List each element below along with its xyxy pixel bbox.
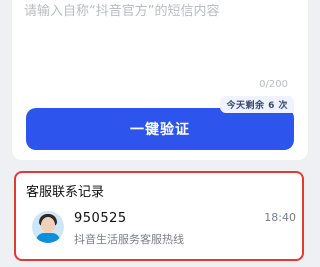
record-time: 18:40 [264, 211, 296, 224]
sms-verify-card: 请输入自称“抖音官方”的短信内容 0/200 一键验证 今天剩余 6 次 [12, 0, 308, 160]
remaining-count-badge: 今天剩余 6 次 [220, 96, 294, 113]
verify-button[interactable]: 一键验证 今天剩余 6 次 [26, 96, 294, 150]
contact-records-title: 客服联系记录 [26, 185, 105, 200]
verify-button-label: 一键验证 [130, 122, 190, 138]
sms-content-textarea[interactable]: 请输入自称“抖音官方”的短信内容 [24, 2, 284, 72]
contact-record-item[interactable]: 950525 抖音生活服务客服热线 18:40 [26, 207, 296, 267]
agent-avatar [32, 211, 64, 243]
contact-records-card: 客服联系记录 950525 抖音生活服务客服热线 18:40 [14, 171, 304, 261]
char-counter: 0/200 [259, 79, 288, 90]
record-phone-number: 950525 [74, 211, 127, 226]
record-service-name: 抖音生活服务客服热线 [74, 233, 184, 246]
